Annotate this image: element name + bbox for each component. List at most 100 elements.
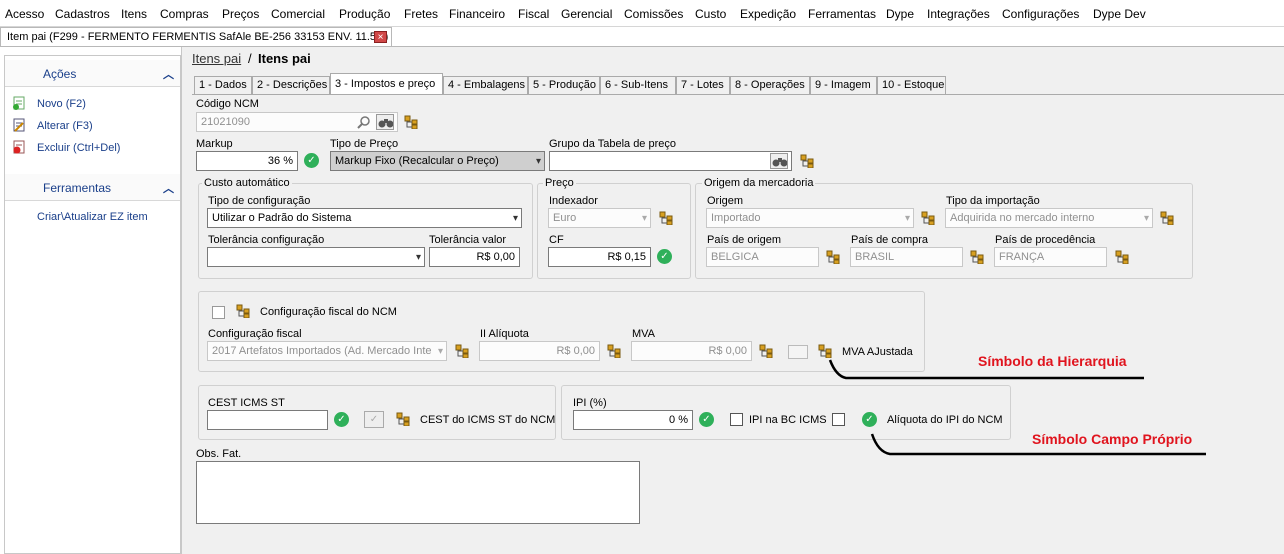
hierarchy-icon[interactable] xyxy=(1160,211,1174,225)
menu-dype[interactable]: Dype xyxy=(886,7,914,21)
sidebar-item-criar-ez[interactable]: Criar\Atualizar EZ item xyxy=(37,211,148,223)
tab-impostos-preco[interactable]: 3 - Impostos e preço xyxy=(330,73,443,95)
own-field-check-icon: ✓ xyxy=(862,412,877,427)
tab-estoque[interactable]: 10 - Estoque xyxy=(877,76,946,94)
collapse-chevron-icon[interactable]: ︿ xyxy=(163,66,174,82)
menu-gerencial[interactable]: Gerencial xyxy=(561,7,612,21)
menu-integracoes[interactable]: Integrações xyxy=(927,7,990,21)
menu-comissoes[interactable]: Comissões xyxy=(624,7,683,21)
hierarchy-icon[interactable] xyxy=(236,304,250,318)
dropdown-arrow-icon: ▾ xyxy=(437,346,443,357)
binoculars-icon[interactable] xyxy=(770,153,788,169)
tab-dados[interactable]: 1 - Dados xyxy=(194,76,252,94)
sidebar-item-novo[interactable]: Novo (F2) xyxy=(37,98,86,110)
menu-producao[interactable]: Produção xyxy=(339,7,390,21)
tolerancia-valor-input[interactable]: R$ 0,00 xyxy=(429,247,520,267)
tab-lotes[interactable]: 7 - Lotes xyxy=(676,76,730,94)
hierarchy-icon[interactable] xyxy=(455,344,469,358)
search-icon[interactable] xyxy=(357,115,371,129)
indexador-value: Euro xyxy=(553,212,577,224)
hierarchy-icon[interactable] xyxy=(818,344,832,358)
menu-precos[interactable]: Preços xyxy=(222,7,259,21)
preco-title: Preço xyxy=(543,177,576,189)
sidebar-item-excluir[interactable]: Excluir (Ctrl+Del) xyxy=(37,142,120,154)
tab-content-border xyxy=(192,94,1284,95)
mva-ajustada-checkbox[interactable] xyxy=(788,345,808,359)
pais-procedencia-input[interactable]: FRANÇA xyxy=(994,247,1107,267)
aliquota-ipi-ncm-checkbox[interactable] xyxy=(832,413,845,426)
tab-embalagens[interactable]: 4 - Embalagens xyxy=(443,76,528,94)
breadcrumb-link[interactable]: Itens pai xyxy=(192,51,241,66)
menu-cadastros[interactable]: Cadastros xyxy=(55,7,110,21)
hierarchy-icon[interactable] xyxy=(826,250,840,264)
dropdown-arrow-icon: ▾ xyxy=(512,213,518,224)
pais-compra-label: País de compra xyxy=(851,234,929,246)
pais-origem-input[interactable]: BELGICA xyxy=(706,247,819,267)
hierarchy-icon[interactable] xyxy=(921,211,935,225)
tab-descricoes[interactable]: 2 - Descrições xyxy=(252,76,330,94)
cest-input[interactable] xyxy=(207,410,328,430)
menu-ferramentas[interactable]: Ferramentas xyxy=(808,7,876,21)
binoculars-icon[interactable] xyxy=(376,114,394,130)
document-tab[interactable]: Item pai (F299 - FERMENTO FERMENTIS SafA… xyxy=(0,27,392,47)
ipi-input[interactable]: 0 % xyxy=(573,410,693,430)
tipo-importacao-value: Adquirida no mercado interno xyxy=(950,212,1095,224)
tipo-preco-select[interactable]: Markup Fixo (Recalcular o Preço) ▾ xyxy=(330,151,545,171)
menu-financeiro[interactable]: Financeiro xyxy=(449,7,505,21)
annotation-campo-proprio-line xyxy=(870,433,1206,456)
pais-origem-label: País de origem xyxy=(707,234,781,246)
tab-imagem[interactable]: 9 - Imagem xyxy=(810,76,877,94)
cest-label: CEST ICMS ST xyxy=(208,397,285,409)
hierarchy-icon[interactable] xyxy=(800,154,814,168)
menu-itens[interactable]: Itens xyxy=(121,7,147,21)
menu-fiscal[interactable]: Fiscal xyxy=(518,7,549,21)
menu-acesso[interactable]: Acesso xyxy=(5,7,44,21)
tipo-config-label: Tipo de configuração xyxy=(208,195,311,207)
menu-custo[interactable]: Custo xyxy=(695,7,726,21)
sidebar-item-alterar[interactable]: Alterar (F3) xyxy=(37,120,93,132)
tab-producao[interactable]: 5 - Produção xyxy=(528,76,600,94)
cf-input[interactable]: R$ 0,15 xyxy=(548,247,651,267)
mva-input[interactable]: R$ 0,00 xyxy=(631,341,752,361)
menu-dype-dev[interactable]: Dype Dev xyxy=(1093,7,1146,21)
obs-fat-textarea[interactable] xyxy=(196,461,640,524)
ipi-bc-icms-checkbox[interactable] xyxy=(730,413,743,426)
own-field-check-icon: ✓ xyxy=(657,249,672,264)
origem-select[interactable]: Importado ▾ xyxy=(706,208,914,228)
new-document-icon xyxy=(13,96,25,110)
tab-sub-itens[interactable]: 6 - Sub-Itens xyxy=(600,76,676,94)
pais-compra-input[interactable]: BRASIL xyxy=(850,247,963,267)
tab-operacoes[interactable]: 8 - Operações xyxy=(730,76,810,94)
menu-configuracoes[interactable]: Configurações xyxy=(1002,7,1079,21)
sidebar-header-acoes[interactable]: Ações ︿ xyxy=(5,60,180,87)
collapse-chevron-icon[interactable]: ︿ xyxy=(163,180,174,196)
tipo-config-select[interactable]: Utilizar o Padrão do Sistema ▾ xyxy=(207,208,522,228)
close-tab-button[interactable]: × xyxy=(374,31,387,43)
hierarchy-icon[interactable] xyxy=(659,211,673,225)
sidebar-header-ferramentas[interactable]: Ferramentas ︿ xyxy=(5,174,180,201)
grupo-tabela-input[interactable] xyxy=(549,151,792,171)
fiscal-ncm-checkbox[interactable] xyxy=(212,306,225,319)
menu-compras[interactable]: Compras xyxy=(160,7,209,21)
markup-input[interactable]: 36 % xyxy=(196,151,298,171)
cf-label: CF xyxy=(549,234,564,246)
hierarchy-icon[interactable] xyxy=(396,412,410,426)
ipi-label: IPI (%) xyxy=(573,397,607,409)
menu-expedicao[interactable]: Expedição xyxy=(740,7,796,21)
grupo-tabela-label: Grupo da Tabela de preço xyxy=(549,138,676,150)
hierarchy-icon[interactable] xyxy=(759,344,773,358)
hierarchy-icon[interactable] xyxy=(404,115,418,129)
menu-fretes[interactable]: Fretes xyxy=(404,7,438,21)
hierarchy-icon[interactable] xyxy=(607,344,621,358)
tolerancia-config-select[interactable]: ▾ xyxy=(207,247,425,267)
menu-comercial[interactable]: Comercial xyxy=(271,7,325,21)
tipo-importacao-label: Tipo da importação xyxy=(946,195,1040,207)
ipi-bc-icms-label: IPI na BC ICMS xyxy=(749,414,827,426)
cest-ncm-checkbox[interactable]: ✓ xyxy=(364,411,384,428)
config-fiscal-select[interactable]: 2017 Artefatos Importados (Ad. Mercado I… xyxy=(207,341,447,361)
hierarchy-icon[interactable] xyxy=(1115,250,1129,264)
tipo-importacao-select[interactable]: Adquirida no mercado interno ▾ xyxy=(945,208,1153,228)
hierarchy-icon[interactable] xyxy=(970,250,984,264)
ii-aliquota-input[interactable]: R$ 0,00 xyxy=(479,341,600,361)
indexador-select[interactable]: Euro ▾ xyxy=(548,208,651,228)
